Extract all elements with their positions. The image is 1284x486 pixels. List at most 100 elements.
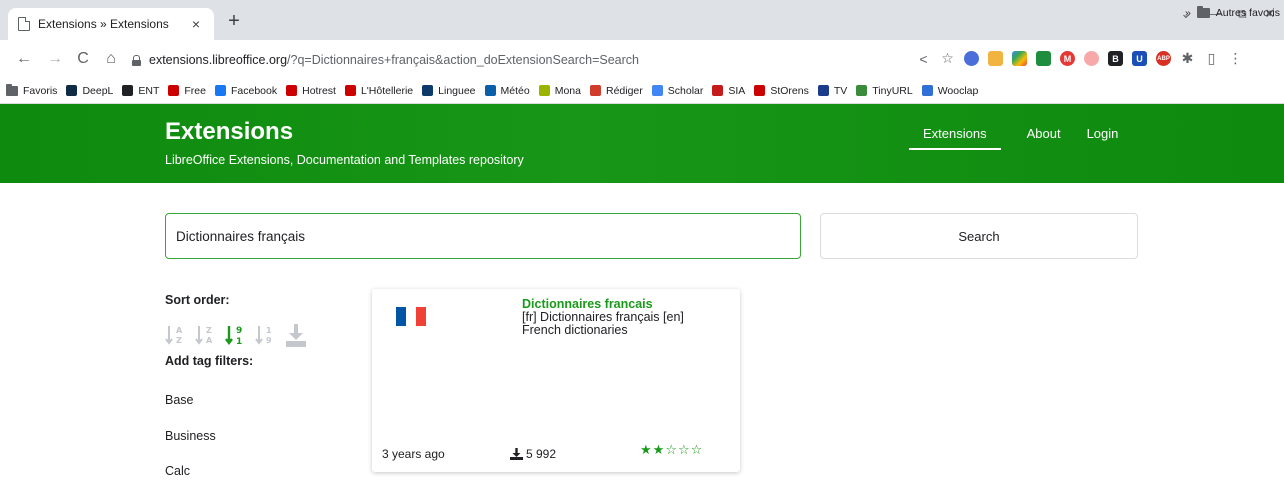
bookmark-label: Mona [554,84,581,97]
bookmark-linguee[interactable]: Linguee [422,84,476,97]
sort-numeric-asc-icon[interactable]: 1 9 [255,322,277,348]
reload-icon[interactable]: C [73,50,93,68]
extension-downloads: 5 992 [510,447,556,461]
flag-stripe-red [416,307,426,326]
bookmark-r-diger[interactable]: Rédiger [589,84,643,97]
bookmark-sia[interactable]: SIA [712,85,745,97]
bookmark-label: DeepL [82,84,114,97]
facebook-icon [214,85,226,96]
new-tab-button[interactable]: + [224,11,244,31]
extension-shield-icon[interactable]: U [1132,51,1147,66]
svg-text:A: A [206,336,213,345]
puzzle-icon[interactable]: ✱ [1180,50,1195,67]
extension-card[interactable]: Dictionnaires francais [fr] Dictionnaire… [372,289,740,472]
svg-text:1: 1 [266,326,272,335]
extension-mail-icon[interactable]: M [1060,51,1075,66]
site-title[interactable]: Extensions [165,118,293,146]
bookmark-label: TinyURL [872,84,913,97]
bookmark-favoris[interactable]: Favoris [6,83,57,97]
bookmark-label: StOrens [770,84,809,97]
svg-text:9: 9 [266,336,272,345]
sidepanel-icon[interactable]: ▯ [1204,50,1219,67]
bookmark-tv[interactable]: TV [817,85,847,97]
bookmark-label: Linguee [438,84,476,97]
sort-alpha-asc-icon[interactable]: A Z [165,322,187,348]
svg-text:9: 9 [236,326,242,336]
bookmark-wooclap[interactable]: Wooclap [921,85,978,97]
extension-circle-icon[interactable] [964,51,979,66]
address-bar[interactable]: extensions.libreoffice.org/?q=Dictionnai… [132,46,932,74]
bookmark-label: Météo [500,84,530,97]
tag-filter-calc[interactable]: Calc [165,464,190,478]
extension-title[interactable]: Dictionnaires francais [522,297,653,311]
hotellerie-icon [344,85,356,96]
search-input[interactable] [165,213,801,259]
bookmark-free[interactable]: Free [168,85,206,97]
url-text: extensions.libreoffice.org/?q=Dictionnai… [149,53,639,67]
mona-icon [538,85,550,96]
star-icon[interactable]: ☆ [940,50,955,67]
bookmark-label: Scholar [667,84,704,97]
adblock-icon[interactable]: ABP [1156,51,1171,66]
bookmark-label: Hotrest [302,84,336,97]
extension-arrow-icon[interactable] [1084,51,1099,66]
tag-filters-label: Add tag filters: [165,354,254,368]
bookmark-mona[interactable]: Mona [538,84,581,97]
download-count: 5 992 [526,447,557,461]
flag-stripe-blue [396,307,406,326]
sort-alpha-desc-icon[interactable]: Z A [195,322,217,348]
lock-icon[interactable] [132,54,141,66]
bookmark-l-h-tellerie[interactable]: L'Hôtellerie [344,85,413,97]
back-icon[interactable]: ← [14,50,34,68]
sort-downloads-icon[interactable] [285,322,307,348]
tag-filter-base[interactable]: Base [165,393,194,407]
bookmark-tinyurl[interactable]: TinyURL [856,84,913,97]
bookmarks-overflow: » Autres favoris [1185,6,1280,19]
flag-stripe-white [406,307,416,326]
bookmark-scholar[interactable]: Scholar [651,84,704,97]
folder-icon [6,83,18,96]
wooclap-icon [921,85,933,96]
bookmarks-bar: Favoris DeepL ENT Free Facebook Hotrest L'Hôte… [0,78,1284,104]
site-header: Extensions LibreOffice Extensions, Docum… [0,104,1284,183]
lock-icon [122,85,134,96]
french-flag-icon [396,307,426,326]
close-tab-icon[interactable]: × [188,16,204,32]
sort-numeric-desc-icon[interactable]: 9 1 [225,322,247,348]
browser-tab[interactable]: Extensions » Extensions × [8,8,214,40]
bookmark-ent[interactable]: ENT [122,85,159,97]
more-bookmarks-icon[interactable]: » [1185,7,1191,19]
bookmark-m-t-o[interactable]: Météo [484,84,530,97]
bookmark-deepl[interactable]: DeepL [66,85,113,97]
nav-about[interactable]: About [1027,126,1061,150]
star-empty-icon: ☆ [690,442,704,457]
extension-b-icon[interactable]: B [1108,51,1123,66]
nav-extensions[interactable]: Extensions [909,126,1001,150]
deepl-icon [66,85,78,96]
bookmark-facebook[interactable]: Facebook [214,85,277,97]
tag-filter-business[interactable]: Business [165,429,216,443]
nav-login[interactable]: Login [1087,126,1119,150]
extension-google-icon[interactable] [1012,51,1027,66]
sia-icon [712,85,724,96]
share-icon[interactable]: < [916,51,931,67]
search-button[interactable]: Search [820,213,1138,259]
extension-green-icon[interactable] [1036,51,1051,66]
bookmark-label: Rédiger [605,84,643,97]
browser-toolbar: ← → C ⌂ extensions.libreoffice.org/?q=Di… [0,40,1284,78]
scholar-icon [651,85,663,96]
rediger-icon [589,85,601,96]
bookmark-storens[interactable]: StOrens [754,85,809,97]
menu-icon[interactable]: ⋮ [1228,50,1243,67]
other-bookmarks-folder[interactable]: Autres favoris [1216,7,1280,19]
tinyurl-icon [856,85,868,96]
svg-text:Z: Z [176,336,182,345]
linguee-icon [422,85,434,96]
star-filled-icon: ★ [640,442,653,457]
home-icon[interactable]: ⌂ [101,50,121,68]
url-host: extensions.libreoffice.org [149,53,288,67]
bookmark-hotrest[interactable]: Hotrest [286,85,336,97]
forward-icon[interactable]: → [45,50,65,68]
extension-notes-icon[interactable] [988,51,1003,66]
star-empty-icon: ☆ [665,442,678,457]
